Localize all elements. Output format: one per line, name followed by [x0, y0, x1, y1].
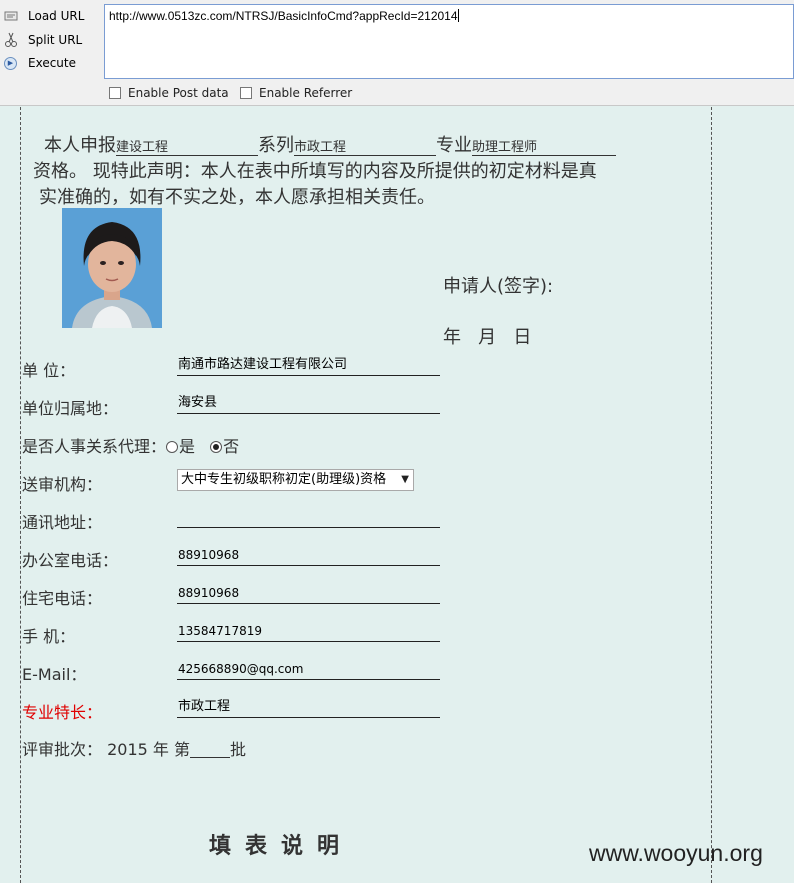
region-label: 单位归属地： [22, 399, 119, 418]
mobile-label: 手 机： [22, 627, 76, 646]
batch-prefix: 评审批次： 2015 年 第 [22, 740, 190, 759]
agency-yes-label: 是 [179, 437, 196, 456]
watermark: www.wooyun.org [589, 840, 763, 866]
declaration-line-3: 实准确的，如有不实之处，本人愿承担相关责任。 [39, 187, 435, 208]
mobile-field[interactable]: 13584717819 [177, 622, 440, 642]
enable-post-label: Enable Post data [128, 86, 229, 100]
declaration-text: 系列 [258, 135, 294, 156]
agency-no-radio[interactable] [210, 441, 223, 453]
split-url-button[interactable]: Split URL [2, 30, 100, 50]
declaration-line-2: 资格。 现特此声明：本人在表中所填写的内容及所提供的初定材料是真 [33, 161, 597, 182]
form-page: 本人申报建设工程 系列市政工程 专业助理工程师 资格。 现特此声明：本人在表中所填写… [0, 107, 794, 883]
right-dashed-border [711, 107, 712, 883]
declaration-line-1: 本人申报建设工程 系列市政工程 专业助理工程师 [44, 131, 616, 157]
email-label: E-Mail： [22, 665, 87, 684]
major-field: 助理工程师 [472, 136, 616, 156]
address-field[interactable] [177, 508, 440, 528]
enable-referrer-label: Enable Referrer [259, 86, 353, 100]
agency-no-label: 否 [223, 437, 240, 456]
play-icon: ▶ [4, 56, 17, 70]
chevron-down-icon: ▼ [401, 474, 409, 485]
enable-referrer-checkbox[interactable]: Enable Referrer [240, 86, 352, 100]
batch-number-field[interactable] [189, 742, 230, 758]
home-phone-label: 住宅电话： [22, 589, 103, 608]
left-dashed-border [20, 107, 21, 883]
text-caret [457, 9, 459, 22]
load-url-label: Load URL [28, 9, 85, 23]
specialty-field[interactable]: 市政工程 [177, 698, 440, 718]
review-batch-row: 评审批次： 2015 年 第 批 [22, 736, 246, 760]
region-field[interactable]: 海安县 [177, 394, 440, 414]
office-phone-field[interactable]: 88910968 [177, 546, 440, 566]
apply-category-field: 建设工程 [116, 136, 258, 156]
specialty-label: 专业特长： [22, 703, 103, 722]
declaration-text: 本人申报 [44, 135, 116, 156]
sign-date-label: 年 月 日 [443, 327, 532, 348]
url-input[interactable]: http://www.0513zc.com/NTRSJ/BasicInfoCmd… [104, 4, 794, 79]
review-agency-select[interactable]: 大中专生初级职称初定(助理级)资格 ▼ [177, 469, 414, 491]
hackbar-toolbar: Load URL Split URL ▶ Execute http://www.… [0, 0, 794, 106]
agency-row: 是否人事关系代理： 是 否 [22, 433, 239, 457]
agency-label: 是否人事关系代理： [22, 437, 167, 456]
declaration-text: 专业 [436, 135, 472, 156]
series-field: 市政工程 [294, 136, 436, 156]
instructions-heading: 填表说明 [209, 833, 354, 859]
email-field[interactable]: 425668890@qq.com [177, 660, 440, 680]
url-text: http://www.0513zc.com/NTRSJ/BasicInfoCmd… [109, 9, 458, 23]
execute-label: Execute [28, 56, 76, 70]
load-url-icon [2, 8, 20, 24]
applicant-signature-label: 申请人(签字): [443, 276, 554, 297]
agency-yes-radio[interactable] [166, 441, 179, 453]
execute-button[interactable]: ▶ Execute [2, 53, 100, 73]
load-url-button[interactable]: Load URL [2, 6, 100, 26]
split-url-label: Split URL [28, 33, 83, 47]
unit-field[interactable]: 南通市路达建设工程有限公司 [177, 356, 440, 376]
office-phone-label: 办公室电话： [22, 551, 119, 570]
review-agency-label: 送审机构： [22, 475, 103, 494]
home-phone-field[interactable]: 88910968 [177, 584, 440, 604]
applicant-photo [62, 208, 162, 328]
checkbox-box[interactable] [240, 87, 252, 99]
address-label: 通讯地址： [22, 513, 103, 532]
unit-label: 单 位： [22, 361, 76, 380]
batch-suffix: 批 [229, 740, 246, 759]
checkbox-box[interactable] [109, 87, 121, 99]
review-agency-value: 大中专生初级职称初定(助理级)资格 [181, 472, 387, 487]
scissors-icon [2, 32, 20, 48]
enable-post-checkbox[interactable]: Enable Post data [109, 86, 229, 100]
